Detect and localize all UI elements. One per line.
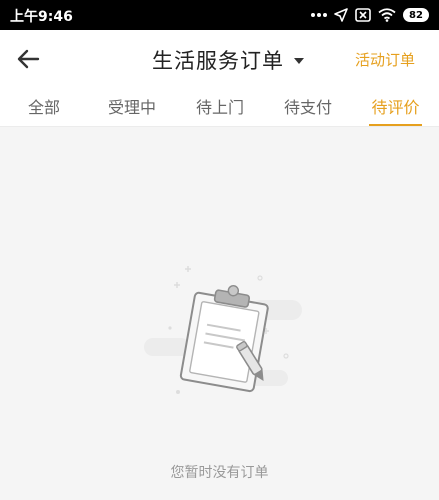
status-bar: 上午9:46 82 — [0, 0, 439, 30]
tab-processing[interactable]: 受理中 — [106, 94, 158, 126]
tab-all[interactable]: 全部 — [27, 94, 61, 126]
title-dropdown[interactable]: 生活服务订单 — [152, 45, 304, 75]
battery-level: 82 — [409, 9, 423, 21]
page-title: 生活服务订单 — [152, 49, 284, 73]
clipboard-pen-icon — [144, 266, 302, 394]
active-orders-link[interactable]: 活动订单 — [355, 49, 415, 70]
status-icons: 82 — [311, 5, 429, 25]
tab-pending-visit[interactable]: 待上门 — [194, 94, 246, 126]
header: 生活服务订单 活动订单 — [0, 30, 439, 86]
empty-message: 您暂时没有订单 — [170, 465, 269, 481]
tab-bar: 全部 受理中 待上门 待支付 待评价 — [0, 86, 439, 127]
battery-icon: 82 — [403, 8, 429, 22]
location-arrow-icon — [334, 8, 348, 22]
dots-icon — [311, 13, 327, 17]
tab-pending-payment[interactable]: 待支付 — [282, 94, 334, 126]
caret-down-icon — [294, 58, 304, 64]
back-arrow-icon — [17, 49, 40, 69]
tab-pending-review[interactable]: 待评价 — [369, 94, 422, 126]
back-button[interactable] — [14, 44, 44, 74]
status-time: 上午9:46 — [10, 9, 73, 25]
sim-off-icon — [355, 8, 371, 22]
wifi-icon — [378, 8, 396, 22]
